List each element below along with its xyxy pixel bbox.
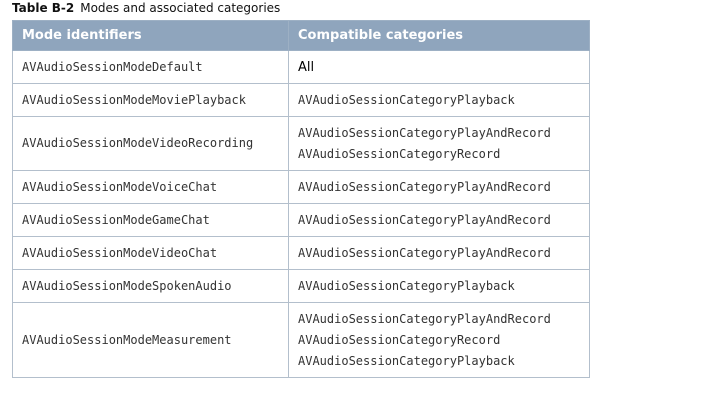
category-name: AVAudioSessionCategoryPlayAndRecord (298, 125, 551, 140)
mode-identifier: AVAudioSessionModeGameChat (22, 212, 210, 227)
mode-cell: AVAudioSessionModeMeasurement (12, 302, 289, 378)
categories-cell: AVAudioSessionCategoryPlayAndRecord (288, 236, 590, 270)
category-name: AVAudioSessionCategoryPlayAndRecord (298, 245, 551, 260)
table-row: AVAudioSessionModeMeasurement AVAudioSes… (12, 302, 590, 378)
category-name: AVAudioSessionCategoryPlayAndRecord (298, 311, 551, 326)
modes-table: Mode identifiers Compatible categories A… (12, 20, 590, 378)
mode-cell: AVAudioSessionModeVoiceChat (12, 170, 289, 204)
mode-identifier: AVAudioSessionModeSpokenAudio (22, 278, 232, 293)
category-name: AVAudioSessionCategoryRecord (298, 332, 501, 347)
category-name: AVAudioSessionCategoryPlayAndRecord (298, 212, 551, 227)
column-header-compatible-categories: Compatible categories (288, 20, 590, 51)
category-name: AVAudioSessionCategoryPlayback (298, 353, 515, 368)
table-caption-label: Table B-2 (12, 1, 75, 15)
table-row: AVAudioSessionModeGameChat AVAudioSessio… (12, 203, 590, 237)
categories-cell: AVAudioSessionCategoryPlayAndRecord AVAu… (288, 302, 590, 378)
mode-identifier: AVAudioSessionModeMeasurement (22, 332, 232, 347)
table-caption: Table B-2 Modes and associated categories (12, 0, 280, 16)
categories-cell: AVAudioSessionCategoryPlayback (288, 83, 590, 117)
table-row: AVAudioSessionModeVideoRecording AVAudio… (12, 116, 590, 171)
mode-identifier: AVAudioSessionModeVideoChat (22, 245, 218, 260)
category-name: AVAudioSessionCategoryPlayback (298, 278, 515, 293)
table-row: AVAudioSessionModeMoviePlayback AVAudioS… (12, 83, 590, 117)
mode-cell: AVAudioSessionModeSpokenAudio (12, 269, 289, 303)
column-header-mode-identifiers: Mode identifiers (12, 20, 289, 51)
mode-cell: AVAudioSessionModeDefault (12, 50, 289, 84)
table-caption-text: Modes and associated categories (80, 1, 281, 15)
category-name: AVAudioSessionCategoryPlayAndRecord (298, 179, 551, 194)
category-name: AVAudioSessionCategoryPlayback (298, 92, 515, 107)
categories-cell: AVAudioSessionCategoryPlayback (288, 269, 590, 303)
mode-identifier: AVAudioSessionModeVideoRecording (22, 136, 254, 150)
categories-cell: All (288, 50, 590, 84)
category-name: AVAudioSessionCategoryRecord (298, 146, 501, 161)
table-row: AVAudioSessionModeSpokenAudio AVAudioSes… (12, 269, 590, 303)
categories-cell: AVAudioSessionCategoryPlayAndRecord (288, 170, 590, 204)
mode-cell: AVAudioSessionModeGameChat (12, 203, 289, 237)
table-header-row: Mode identifiers Compatible categories (12, 20, 590, 51)
category-name: All (298, 59, 315, 75)
mode-cell: AVAudioSessionModeVideoChat (12, 236, 289, 270)
table-row: AVAudioSessionModeVideoChat AVAudioSessi… (12, 236, 590, 270)
categories-cell: AVAudioSessionCategoryPlayAndRecord (288, 203, 590, 237)
mode-identifier: AVAudioSessionModeDefault (22, 59, 203, 74)
mode-identifier: AVAudioSessionModeMoviePlayback (22, 92, 246, 107)
mode-identifier: AVAudioSessionModeVoiceChat (22, 179, 218, 194)
categories-cell: AVAudioSessionCategoryPlayAndRecord AVAu… (288, 116, 590, 171)
mode-cell: AVAudioSessionModeVideoRecording (12, 116, 289, 171)
mode-cell: AVAudioSessionModeMoviePlayback (12, 83, 289, 117)
table-row: AVAudioSessionModeVoiceChat AVAudioSessi… (12, 170, 590, 204)
table-row: AVAudioSessionModeDefault All (12, 50, 590, 84)
